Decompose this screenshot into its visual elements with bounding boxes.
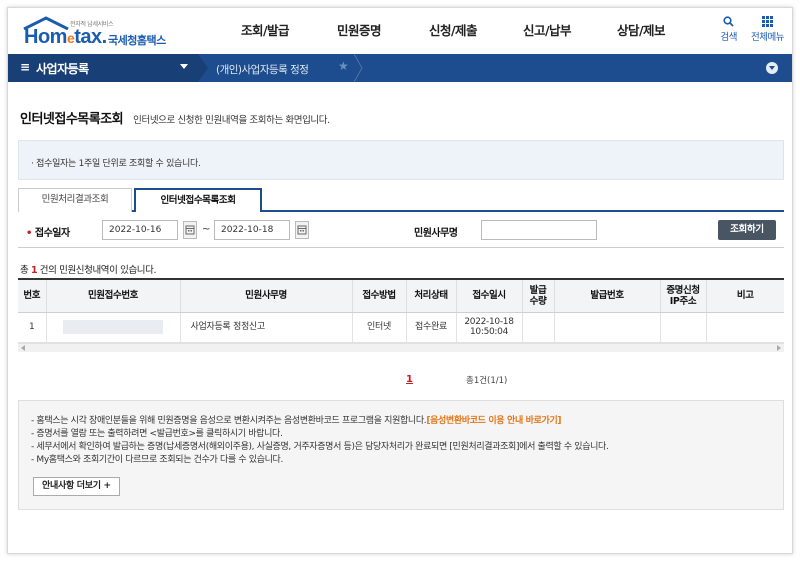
cell-status: 접수완료 — [406, 312, 457, 343]
cell-ip — [660, 312, 707, 343]
utility-menu: 검색 전체메뉴 — [721, 16, 784, 43]
menu-dropdown-label: 사업자등록 — [36, 62, 89, 76]
cell-service-name: 사업자등록 정정신고 — [180, 312, 353, 343]
collapse-toggle-icon[interactable] — [766, 62, 778, 74]
cell-qty — [522, 312, 555, 343]
gnb-item-inquiry[interactable]: 조회/발급 — [218, 8, 312, 54]
column-header[interactable]: 번호 — [18, 280, 47, 313]
masked-receipt-number — [63, 320, 163, 334]
breadcrumb-end-icon — [354, 54, 363, 82]
gnb-item-report-payment[interactable]: 신고/납부 — [500, 8, 594, 54]
scroll-right-icon[interactable] — [777, 345, 781, 351]
search-button[interactable]: 검색 — [720, 16, 738, 43]
global-nav: 조회/발급 민원증명 신청/제출 신고/납부 상담/제보 — [218, 8, 688, 54]
tab-result-inquiry[interactable]: 민원처리결과조회 — [18, 188, 132, 212]
search-submit-button[interactable]: 조회하기 — [718, 220, 776, 240]
guide-item: - My홈택스와 조회기간이 다르므로 조회되는 건수가 다를 수 있습니다. — [31, 455, 283, 465]
required-mark: • — [26, 228, 32, 239]
top-header: 전자적 납세서비스 Hometax. 국세청홈택스 조회/발급 민원증명 신청/… — [8, 8, 792, 54]
grid-menu-icon — [762, 16, 774, 27]
gnb-item-certificate[interactable]: 민원증명 — [312, 8, 406, 54]
guide-item: - 홈택스는 시각 장애인분들을 위해 민원증명을 음성으로 변환시켜주는 음성… — [31, 416, 562, 426]
pagination-page-1[interactable]: 1 — [406, 374, 413, 385]
notice-text: · 접수일자는 1주일 단위로 조회할 수 있습니다. — [31, 159, 201, 169]
gnb-item-consult[interactable]: 상담/제보 — [594, 8, 688, 54]
column-header[interactable]: 비고 — [706, 280, 784, 313]
horizontal-scrollbar[interactable] — [18, 343, 784, 352]
cell-issue-no[interactable] — [554, 312, 661, 343]
notice-box: · 접수일자는 1주일 단위로 조회할 수 있습니다. — [18, 140, 784, 180]
breadcrumb-current: (개인)사업자등록 정정 — [216, 64, 309, 76]
cell-datetime: 2022-10-18 10:50:04 — [456, 312, 523, 343]
service-name-input[interactable] — [481, 220, 597, 240]
column-header[interactable]: 발급번호 — [554, 280, 661, 313]
caret-down-icon — [180, 64, 188, 69]
result-count: 총 1 건의 민원신청내역이 있습니다. — [20, 265, 157, 276]
result-table: 번호 민원접수번호 민원사무명 접수방법 처리상태 접수일시 발급 수량 발급번… — [18, 278, 784, 352]
column-header[interactable]: 증명신청 IP주소 — [660, 280, 707, 313]
guide-more-button[interactable]: 안내사항 더보기 + — [33, 477, 120, 496]
date-from-input[interactable]: 2022-10-16 — [102, 220, 178, 240]
column-header[interactable]: 접수방법 — [352, 280, 407, 313]
column-header[interactable]: 민원사무명 — [180, 280, 353, 313]
location-bar: ≡ 사업자등록 (개인)사업자등록 정정 ★ — [8, 54, 792, 82]
receipt-date-label: • 접수일자 — [26, 228, 70, 239]
search-icon — [723, 16, 734, 27]
page-title: 인터넷접수목록조회 — [20, 112, 124, 127]
date-range-separator: ~ — [202, 224, 211, 235]
calendar-icon[interactable] — [183, 221, 197, 239]
cell-method: 인터넷 — [352, 312, 407, 343]
breadcrumb-separator-icon — [198, 54, 208, 82]
guide-box: - 홈택스는 시각 장애인분들을 위해 민원증명을 음성으로 변환시켜주는 음성… — [18, 400, 784, 510]
table-row[interactable]: 1 사업자등록 정정신고 인터넷 접수완료 2022-10-18 10:50:04 — [18, 312, 784, 343]
pagination-total: 총1건(1/1) — [466, 376, 508, 386]
search-form: • 접수일자 2022-10-16 ~ 2022-10-18 민원사무명 조회하기 — [18, 212, 784, 248]
service-name-label: 민원사무명 — [414, 228, 458, 239]
guide-item: - 세무서에서 확인하여 발급하는 증명(납세증명서(해외이주용), 사실증명,… — [31, 442, 609, 452]
column-header[interactable]: 민원접수번호 — [46, 280, 181, 313]
hometax-logo[interactable]: 전자적 납세서비스 Hometax. 국세청홈택스 — [20, 14, 180, 50]
hamburger-icon: ≡ — [20, 60, 31, 74]
scroll-left-icon[interactable] — [21, 345, 25, 351]
menu-dropdown[interactable]: ≡ 사업자등록 — [8, 54, 198, 82]
all-menu-button[interactable]: 전체메뉴 — [751, 16, 784, 43]
favorite-star-icon[interactable]: ★ — [338, 59, 349, 73]
breadcrumb[interactable]: (개인)사업자등록 정정 ★ — [198, 54, 363, 82]
cell-receipt-no[interactable] — [46, 312, 181, 343]
search-button-label: 검색 — [720, 32, 738, 43]
guide-item: - 증명서를 열람 또는 출력하려면 <발급번호>를 클릭하시기 바랍니다. — [31, 429, 283, 439]
tab-bar: 민원처리결과조회 인터넷접수목록조회 — [18, 188, 784, 214]
gnb-item-application[interactable]: 신청/제출 — [406, 8, 500, 54]
all-menu-label: 전체메뉴 — [751, 32, 784, 43]
page-description: 인터넷으로 신청한 민원내역을 조회하는 화면입니다. — [133, 115, 330, 126]
tab-internet-receipt-list[interactable]: 인터넷접수목록조회 — [134, 188, 262, 214]
title-row: 인터넷접수목록조회 인터넷으로 신청한 민원내역을 조회하는 화면입니다. — [20, 108, 330, 127]
table-header-row: 번호 민원접수번호 민원사무명 접수방법 처리상태 접수일시 발급 수량 발급번… — [18, 280, 784, 313]
date-to-input[interactable]: 2022-10-18 — [214, 220, 290, 240]
logo-wordmark: Hometax. — [24, 26, 107, 48]
logo-korean-name: 국세청홈택스 — [108, 34, 166, 47]
column-header[interactable]: 발급 수량 — [522, 280, 555, 313]
cell-note — [706, 312, 784, 343]
column-header[interactable]: 처리상태 — [406, 280, 457, 313]
cell-no: 1 — [18, 312, 47, 343]
column-header[interactable]: 접수일시 — [456, 280, 523, 313]
browser-frame: 전자적 납세서비스 Hometax. 국세청홈택스 조회/발급 민원증명 신청/… — [7, 7, 793, 554]
calendar-icon[interactable] — [295, 221, 309, 239]
voice-barcode-guide-link[interactable]: [음성변환바코드 이용 안내 바로가기] — [426, 416, 561, 426]
